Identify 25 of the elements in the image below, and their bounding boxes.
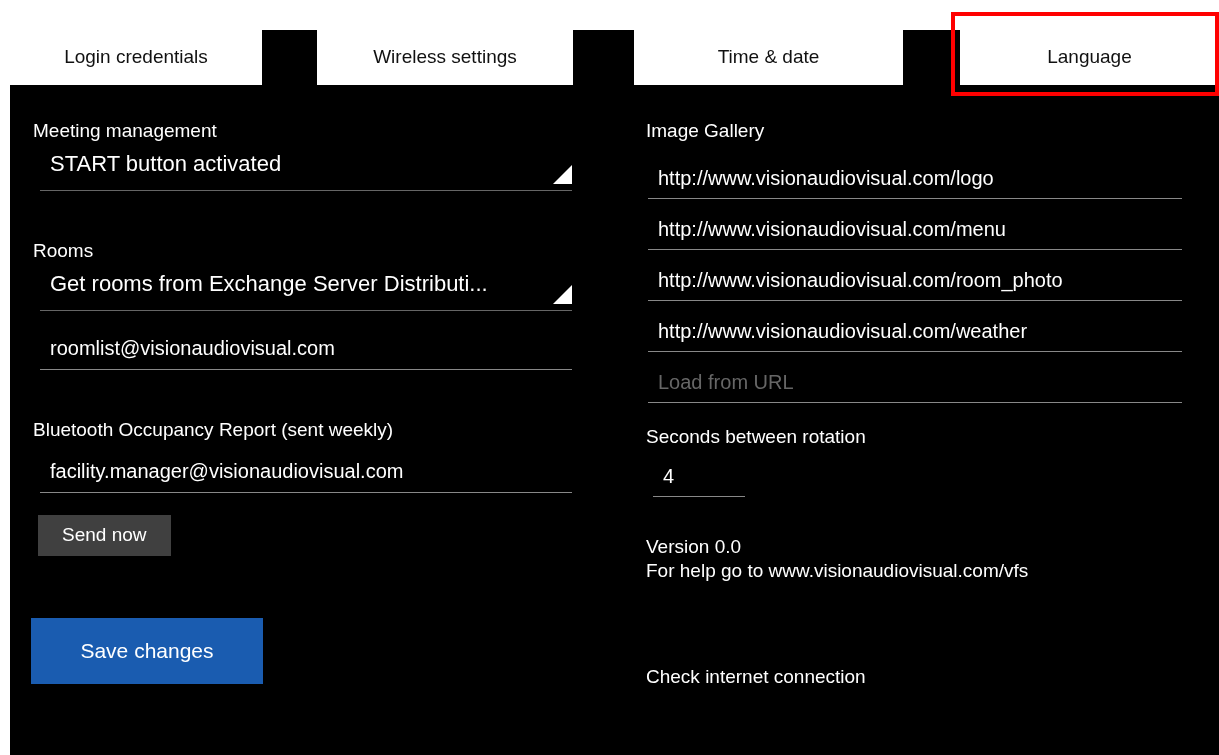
section-label: Bluetooth Occupancy Report (sent weekly) [33,418,395,442]
tab[interactable]: Login credentials [10,30,262,85]
tab[interactable]: Time & date [634,30,903,85]
check-internet-text: Check internet connection [646,665,867,689]
url-field[interactable]: http://www.visionaudiovisual.com/weather [648,310,1182,352]
section-label: Image Gallery [646,119,766,143]
section-label: Rooms [33,239,95,263]
version-text: Version 0.0 [646,535,743,559]
url-field[interactable]: Load from URL [648,361,1182,403]
dropdown-triangle-icon [553,285,572,304]
dropdown[interactable]: Get rooms from Exchange Server Distributi... [40,263,572,311]
url-field[interactable]: http://www.visionaudiovisual.com/logo [648,157,1182,199]
url-field[interactable]: http://www.visionaudiovisual.com/menu [648,208,1182,250]
url-field[interactable]: http://www.visionaudiovisual.com/room_photo [648,259,1182,301]
help-text: For help go to www.visionaudiovisual.com/vfs [646,559,1030,583]
dropdown[interactable]: START button activated [40,143,572,191]
section-label: Meeting management [33,119,218,143]
tab[interactable]: Wireless settings [317,30,573,85]
seconds-field[interactable]: 4 [653,455,745,497]
dropdown-triangle-icon [553,165,572,184]
save-changes-button[interactable]: Save changes [31,617,263,684]
section-label: Seconds between rotation [646,425,867,449]
send-now-button[interactable]: Send now [38,515,171,556]
input-field[interactable]: roomlist@visionaudiovisual.com [40,325,572,370]
input-field[interactable]: facility.manager@visionaudiovisual.com [40,448,572,493]
